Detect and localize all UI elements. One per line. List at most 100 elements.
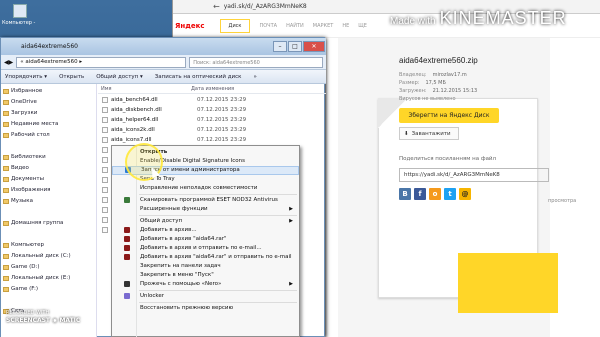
menu-item-5[interactable]: НЕ xyxy=(342,23,349,29)
mail-icon[interactable]: @ xyxy=(459,188,471,200)
nav-item[interactable]: Видео xyxy=(3,165,29,171)
odnoklassniki-icon[interactable]: o xyxy=(429,188,441,200)
more-button[interactable]: » xyxy=(253,74,256,80)
nav-item[interactable]: Рабочий стол xyxy=(3,132,50,138)
nav-item[interactable]: Избранное xyxy=(3,88,42,94)
twitter-icon[interactable]: t xyxy=(444,188,456,200)
menu-item-label: Unlocker xyxy=(140,293,165,300)
file-list-header: Имя Дата изменения xyxy=(98,84,326,94)
menu-item-icon xyxy=(124,197,130,204)
file-icon xyxy=(102,187,108,193)
nav-item-label: Загрузки xyxy=(11,110,38,116)
folder-icon xyxy=(3,286,9,292)
facebook-icon[interactable]: f xyxy=(414,188,426,200)
folder-icon xyxy=(3,176,9,182)
download-button[interactable]: ⬇ Завантажити xyxy=(399,127,459,140)
context-menu-item[interactable]: Закрепить в меню "Пуск" xyxy=(112,271,299,280)
menu-search[interactable]: НАЙТИ xyxy=(286,23,304,29)
nav-item[interactable]: Документы xyxy=(3,176,44,182)
navigation-pane: Избранное OneDrive Загрузки Недавние места Р… xyxy=(1,84,97,337)
table-row[interactable]: aida_diskbench.dll 07.12.2015 23:29 xyxy=(98,106,326,114)
context-menu-item[interactable]: Сканировать программой ESET NOD32 Antivi… xyxy=(112,196,299,205)
nav-item[interactable]: Локальный диск (C:) xyxy=(3,253,71,259)
share-button[interactable]: Общий доступ ▾ xyxy=(96,74,143,80)
social-share-buttons: B f o t @ xyxy=(399,188,471,200)
menu-item-label: Добавить в архив "aida64.rar" xyxy=(140,236,227,243)
menu-disk[interactable]: Диск xyxy=(219,18,251,33)
submenu-arrow-icon: ▶ xyxy=(289,206,293,213)
nav-item[interactable]: Домашняя группа xyxy=(3,220,63,226)
file-date-cell: 07.12.2015 23:29 xyxy=(197,137,247,143)
nav-item[interactable]: Game (F:) xyxy=(3,286,38,292)
back-arrow-icon[interactable]: ← xyxy=(213,2,220,11)
column-name[interactable]: Имя xyxy=(98,84,188,93)
menu-item-label: Закрепить на панели задач xyxy=(140,263,221,270)
file-date-cell: 07.12.2015 23:29 xyxy=(197,127,247,133)
menu-market[interactable]: МАРКЕТ xyxy=(313,23,334,29)
file-icon xyxy=(102,157,108,163)
nav-item[interactable]: Компьютер xyxy=(3,242,44,248)
file-icon xyxy=(102,117,108,123)
vk-icon[interactable]: B xyxy=(399,188,411,200)
column-date[interactable]: Дата изменения xyxy=(188,84,237,93)
menu-more[interactable]: ЩЕ xyxy=(358,23,367,29)
nav-item-label: Видео xyxy=(11,165,29,171)
file-icon xyxy=(102,127,108,133)
yandex-logo[interactable]: Яндекс xyxy=(173,22,205,30)
folder-icon xyxy=(3,99,9,105)
context-menu-item[interactable]: Прожечь с помощью «Nero» ▶ xyxy=(112,280,299,289)
nav-item[interactable]: OneDrive xyxy=(3,99,37,105)
context-menu-item[interactable]: Добавить в архив... xyxy=(112,226,299,235)
table-row[interactable]: aida_bench64.dll 07.12.2015 23:29 xyxy=(98,96,326,104)
minimize-icon[interactable]: – xyxy=(273,41,287,52)
explorer-search-input[interactable]: Поиск: aida64extreme560 xyxy=(189,56,323,68)
window-controls: – □ ✕ xyxy=(273,41,326,52)
folder-icon xyxy=(3,187,9,193)
context-menu-item[interactable]: Добавить в архив и отправить по e-mail..… xyxy=(112,244,299,253)
file-icon xyxy=(102,227,108,233)
menu-item-icon xyxy=(124,254,130,261)
context-menu-item[interactable]: Unlocker xyxy=(112,292,299,301)
table-row[interactable]: aida_icons2k.dll 07.12.2015 23:29 xyxy=(98,126,326,134)
context-menu-item[interactable]: Исправление неполадок совместимости xyxy=(112,184,299,193)
owner-row: Владелец: mirozlav17.m xyxy=(399,72,467,78)
nav-item[interactable]: Изображения xyxy=(3,187,50,193)
burn-button[interactable]: Записать на оптический диск xyxy=(155,74,242,80)
context-menu-item[interactable]: Добавить в архив "aida64.rar" и отправит… xyxy=(112,253,299,262)
context-menu-item[interactable]: Расширенные функции ▶ xyxy=(112,205,299,214)
nav-item[interactable]: Библиотеки xyxy=(3,154,46,160)
virus-status: Вирусов не выявлено xyxy=(399,96,456,102)
nav-item[interactable]: Музыка xyxy=(3,198,33,204)
menu-item-label: Сканировать программой ESET NOD32 Antivi… xyxy=(140,197,278,204)
nav-item[interactable]: Game (D:) xyxy=(3,264,40,270)
context-menu-item[interactable]: Общий доступ ▶ xyxy=(112,217,299,226)
menu-separator xyxy=(139,215,297,216)
menu-separator xyxy=(139,290,297,291)
nav-item-label: Изображения xyxy=(11,187,51,193)
context-menu-item[interactable]: Добавить в архив "aida64.rar" xyxy=(112,235,299,244)
organize-button[interactable]: Упорядочить ▾ xyxy=(5,74,47,80)
maximize-icon[interactable]: □ xyxy=(288,41,302,52)
screencast-o-matic-logo: RECORDED WITH SCREENCAST ◉ MATIC xyxy=(6,310,81,324)
close-icon[interactable]: ✕ xyxy=(303,41,325,52)
context-menu-item[interactable]: Восстановить прежнюю версию xyxy=(112,304,299,313)
nav-item[interactable]: Локальный диск (E:) xyxy=(3,275,70,281)
desktop-computer-icon[interactable]: Компьютер - xyxy=(0,0,40,28)
save-to-disk-button[interactable]: Зберегти на Яндекс Диск xyxy=(399,108,499,123)
url-text[interactable]: yadi.sk/d/_AzARG3MmNeK8 xyxy=(224,3,307,10)
back-forward-icon[interactable]: ◀▶ xyxy=(4,59,13,66)
nav-item[interactable]: Загрузки xyxy=(3,110,37,116)
nav-item[interactable]: Недавние места xyxy=(3,121,58,127)
menu-item-icon xyxy=(124,293,130,300)
table-row[interactable]: aida_helper64.dll 07.12.2015 23:29 xyxy=(98,116,326,124)
open-button[interactable]: Открыть xyxy=(59,74,84,80)
explorer-address-field[interactable]: « aida64extreme560 ▸ xyxy=(16,56,187,68)
explorer-titlebar[interactable]: aida64extreme560 – □ ✕ xyxy=(1,38,326,55)
share-title: Поделиться посиланням на файл xyxy=(399,156,497,162)
share-url-field[interactable]: https://yadi.sk/d/_AzARG3MmNeK8 xyxy=(399,168,549,182)
menu-mail[interactable]: ПОЧТА xyxy=(259,23,277,29)
folder-icon xyxy=(3,264,9,270)
context-menu-item[interactable]: Закрепить на панели задач xyxy=(112,262,299,271)
table-row[interactable]: aida_icons7.dll 07.12.2015 23:29 xyxy=(98,136,326,144)
nav-item-label: Компьютер xyxy=(11,242,44,248)
